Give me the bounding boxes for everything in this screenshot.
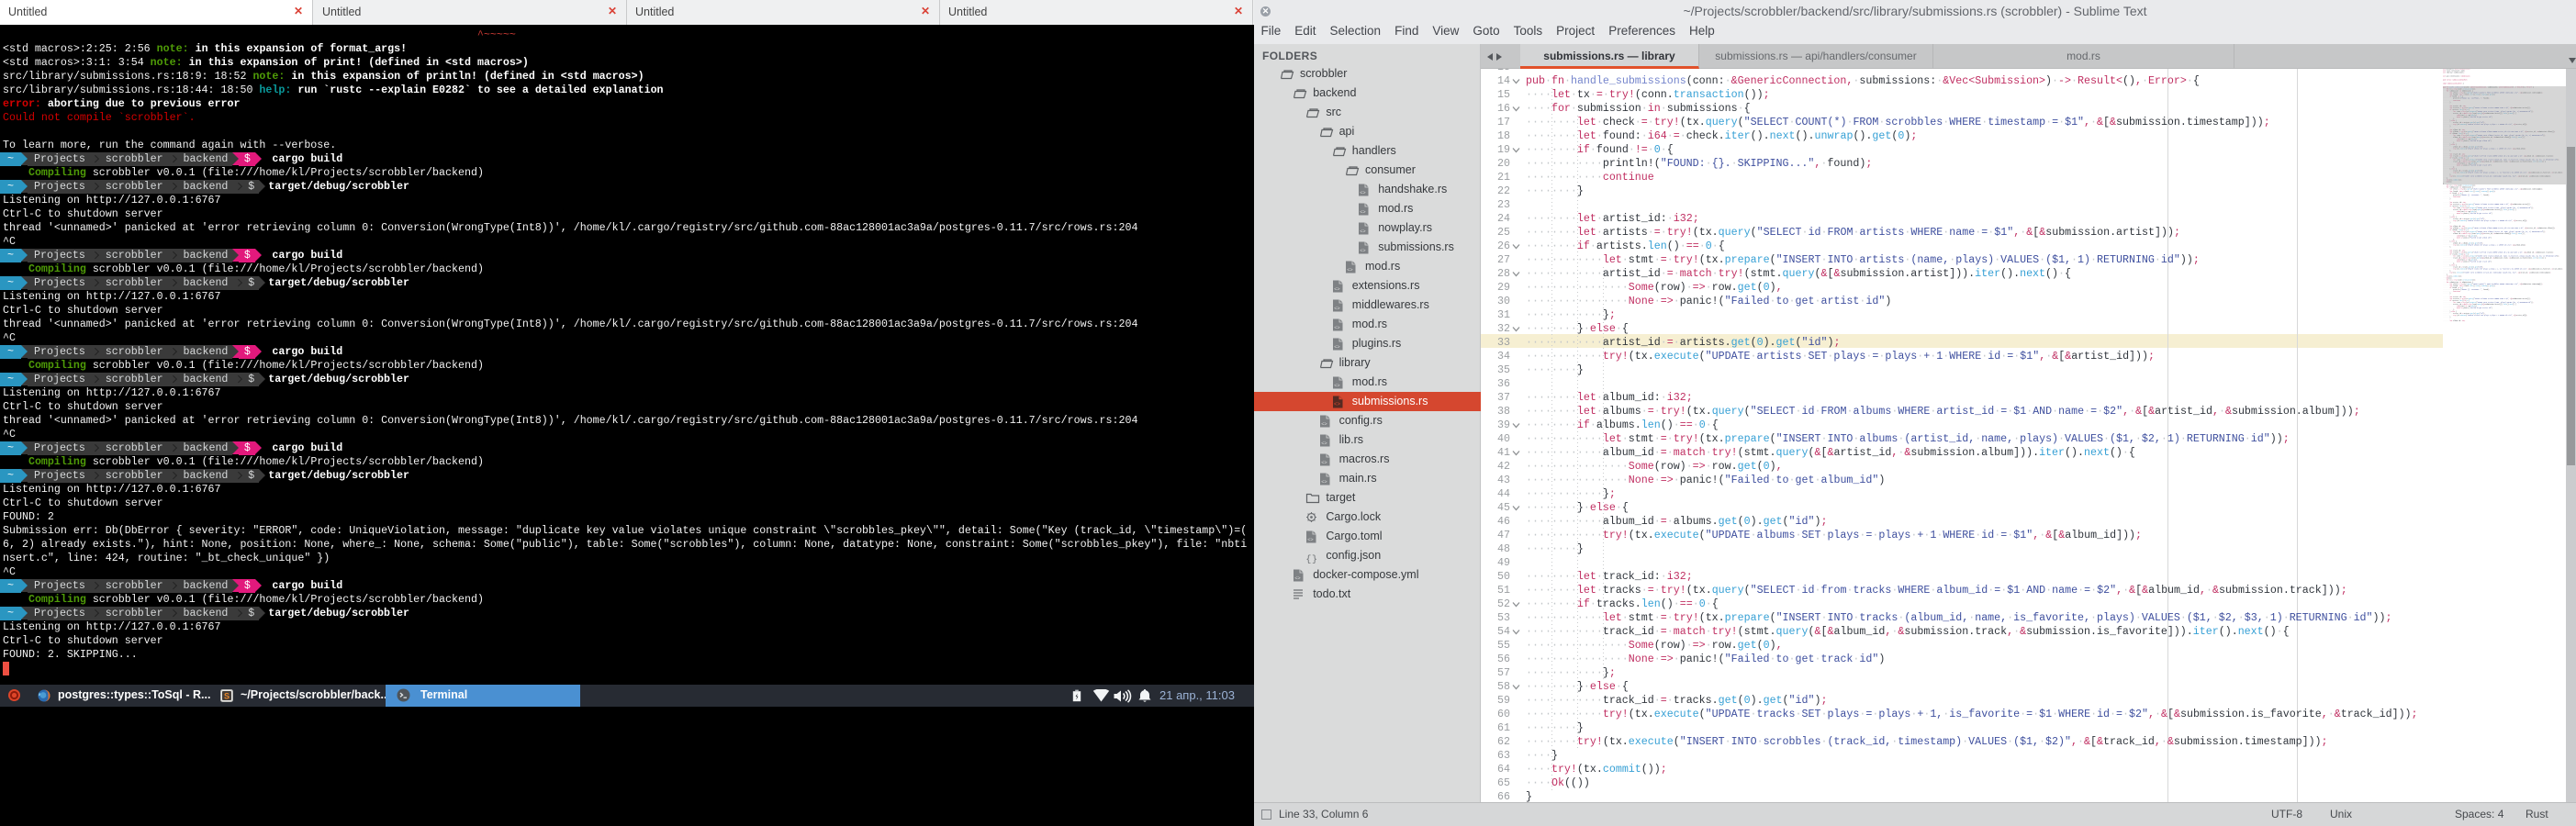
svg-text:<>: <> [1334, 325, 1339, 330]
svg-text:<>: <> [1334, 344, 1339, 350]
svg-text:<>: <> [1321, 460, 1327, 465]
svg-text:<>: <> [1308, 537, 1314, 542]
svg-text:<>: <> [1321, 441, 1327, 446]
svg-text:S: S [224, 692, 230, 701]
svg-text:<>: <> [1334, 306, 1339, 311]
svg-text:<>: <> [1294, 575, 1300, 581]
svg-text:<>: <> [1321, 421, 1327, 427]
svg-text:<>: <> [1321, 479, 1327, 485]
svg-text:<>: <> [1360, 190, 1365, 195]
svg-text:<>: <> [1334, 383, 1339, 388]
svg-text:<>: <> [1360, 229, 1365, 234]
svg-text:<>: <> [1347, 267, 1352, 273]
svg-text:<>: <> [1360, 209, 1365, 215]
svg-text:<>: <> [1360, 248, 1365, 253]
svg-text:<>: <> [1334, 402, 1341, 407]
svg-text:<>: <> [1334, 286, 1339, 292]
